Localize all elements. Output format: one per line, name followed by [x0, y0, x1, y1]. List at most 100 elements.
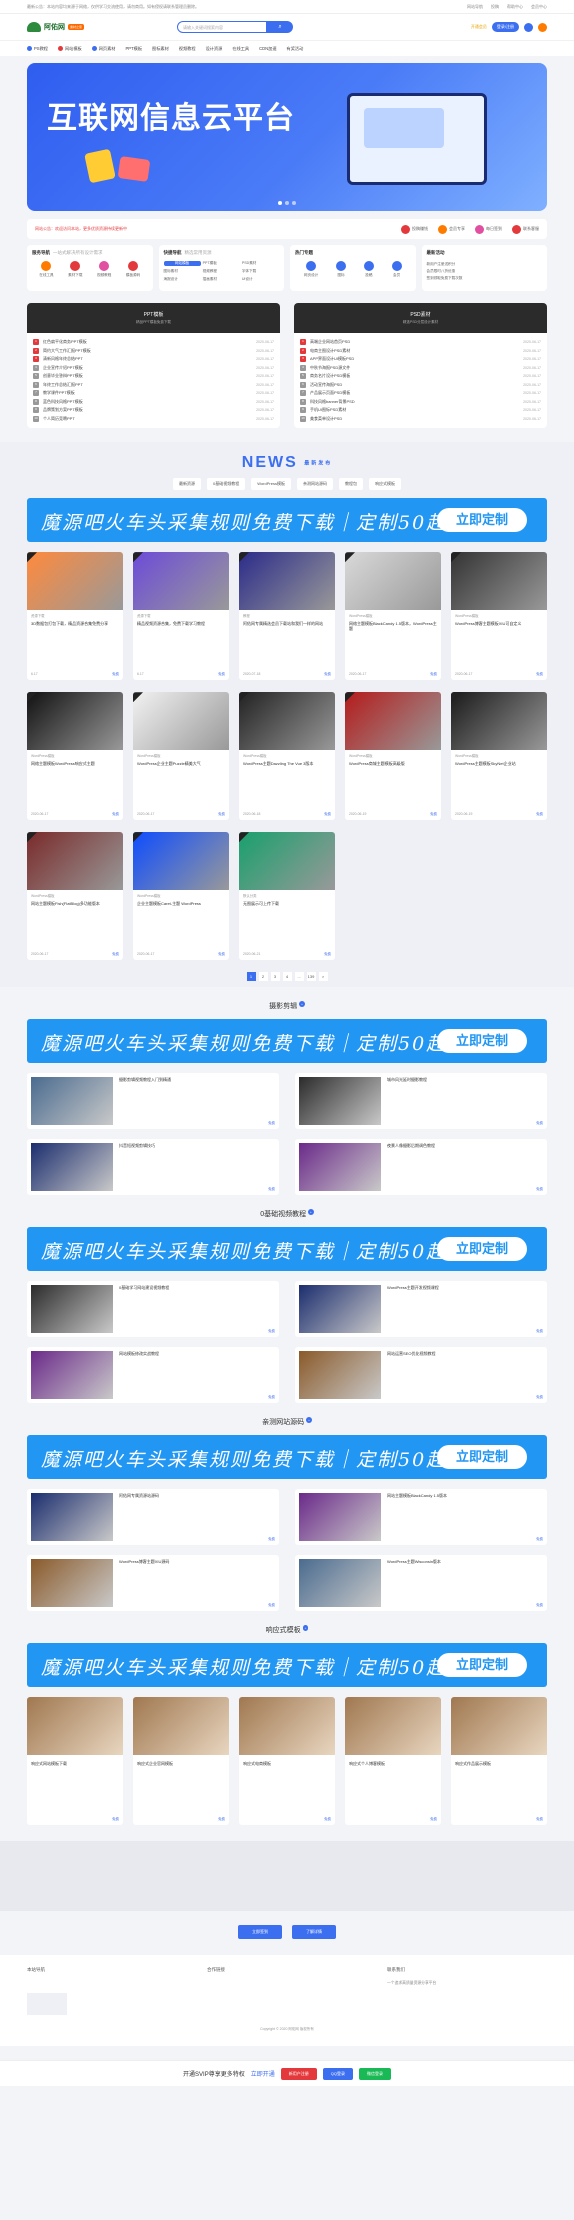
- list-item[interactable]: 3 APP界面设计UI模板PSD 2020-06-17: [300, 355, 541, 364]
- ad-banner[interactable]: 魔源吧火车头采集规则免费下载｜定制50起 立即定制: [27, 1435, 547, 1480]
- card-title[interactable]: WordPress企业主题Puzzle精美大气: [133, 761, 229, 777]
- quick-link[interactable]: 插画素材: [203, 277, 240, 282]
- card-title[interactable]: 企业主题模板Caret-主题 WordPress: [133, 901, 229, 917]
- strip-tag[interactable]: 会员专享: [438, 224, 465, 234]
- list-item[interactable]: WordPress主题Wisconsin版本 免费: [295, 1555, 547, 1612]
- resource-card[interactable]: WordPress模板 网络主题模板BlackCandy 1.5版本，WordPr…: [345, 552, 441, 681]
- event-link[interactable]: 会员限时八折优惠: [427, 268, 543, 275]
- nav-item[interactable]: PPT模板: [126, 46, 143, 52]
- open-vip-link[interactable]: 立即开通: [251, 2069, 275, 2078]
- nav-item[interactable]: 有奖活动: [287, 46, 304, 52]
- resource-card[interactable]: 响应式网站模板下载 免费: [27, 1697, 123, 1826]
- item-title[interactable]: WordPress主题Wisconsin版本: [387, 1559, 441, 1565]
- item-thumbnail[interactable]: [299, 1351, 381, 1400]
- nav-item[interactable]: CDN加速: [259, 46, 276, 52]
- wechat-login-button[interactable]: 微信登录: [358, 2067, 391, 2080]
- ad-banner[interactable]: 魔源吧火车头采集规则免费下载｜定制50起 立即定制: [27, 1227, 547, 1272]
- nav-item[interactable]: PS教程: [27, 46, 48, 52]
- card-thumbnail[interactable]: [133, 692, 229, 751]
- list-item[interactable]: 10 美食菜单设计PSD 2020-06-17: [300, 415, 541, 424]
- page-button[interactable]: 1: [246, 972, 256, 982]
- page-button[interactable]: 3: [270, 972, 280, 982]
- card-title[interactable]: 阿佑网专属精选会员下载站和我们一样的网站: [239, 621, 335, 637]
- card-title[interactable]: 3D数据包打包下载，精品资源合集免费分享: [27, 621, 123, 637]
- event-link[interactable]: 新用户注册送积分: [427, 261, 543, 268]
- list-item[interactable]: 2 电商主图设计PSD素材 2020-06-17: [300, 347, 541, 356]
- item-title[interactable]: 红色扁平化商务PPT模板: [43, 339, 87, 345]
- quick-link[interactable]: PPT模板: [203, 261, 240, 266]
- card-title[interactable]: 响应式作品展示模板: [451, 1761, 547, 1777]
- resource-card[interactable]: WordPress模板 WordPress博客主题模板XIU可自定义 2020-06…: [451, 552, 547, 681]
- card-thumbnail[interactable]: [133, 1697, 229, 1756]
- quick-link[interactable]: 图标素材: [164, 269, 201, 274]
- details-button[interactable]: 了解详情: [292, 1925, 336, 1940]
- card-thumbnail[interactable]: [345, 1697, 441, 1756]
- vip-link[interactable]: 开通会员: [471, 24, 487, 30]
- topbar-link[interactable]: 会员中心: [531, 4, 547, 10]
- carousel-dots[interactable]: [278, 201, 296, 205]
- list-item[interactable]: 6 活动宣传海报PSD 2020-06-17: [300, 381, 541, 390]
- resource-card[interactable]: WordPress模板 WordPress主题Dazzling The Vue 3…: [239, 692, 335, 821]
- card-title[interactable]: 网站主题模板Fish(FlatBlog)多功能版本: [27, 901, 123, 917]
- item-thumbnail[interactable]: [31, 1143, 113, 1192]
- nav-item[interactable]: 图标素材: [152, 46, 169, 52]
- register-button[interactable]: 新用户注册: [280, 2067, 317, 2080]
- ad-banner[interactable]: 魔源吧火车头采集规则免费下载｜定制50起 立即定制: [27, 1643, 547, 1688]
- item-title[interactable]: 夜景人像摄影后期调色教程: [387, 1143, 435, 1149]
- resource-card[interactable]: 默认分类 无图展示可上传下载 2020-06-21 免费: [239, 832, 335, 961]
- quick-link[interactable]: PSD素材: [242, 261, 279, 266]
- item-title[interactable]: 创意毕业答辩PPT模板: [43, 373, 83, 379]
- ad-button[interactable]: 立即定制: [437, 508, 527, 533]
- list-item[interactable]: WordPress主题开发视频课程 免费: [295, 1281, 547, 1338]
- service-item[interactable]: 模板源码: [126, 261, 140, 278]
- card-title[interactable]: 响应式个人博客模板: [345, 1761, 441, 1777]
- resource-card[interactable]: 资源下载 精品视频资源合集，免费下载学习教程 6.17 免费: [133, 552, 229, 681]
- list-item[interactable]: 1 高端企业网站首页PSD 2020-06-17: [300, 338, 541, 347]
- service-item[interactable]: 在线工具: [39, 261, 54, 278]
- item-title[interactable]: 中秋节海报PSD源文件: [310, 365, 350, 371]
- ad-button[interactable]: 立即定制: [437, 1029, 527, 1054]
- list-item[interactable]: 8 蓝色科技风格PPT模板 2020-06-17: [33, 398, 274, 407]
- item-title[interactable]: 网站模板修改实战教程: [119, 1351, 159, 1357]
- list-item[interactable]: 6 年终工作总结汇报PPT 2020-06-17: [33, 381, 274, 390]
- nav-item[interactable]: 网站模板: [57, 46, 82, 52]
- list-item[interactable]: 1 红色扁平化商务PPT模板 2020-06-17: [33, 338, 274, 347]
- resource-card[interactable]: WordPress模板 WordPress企业主题Puzzle精美大气 2020-0…: [133, 692, 229, 821]
- card-thumbnail[interactable]: [451, 1697, 547, 1756]
- page-button[interactable]: >: [318, 972, 328, 982]
- item-title[interactable]: 蓝色科技风格PPT模板: [43, 399, 83, 405]
- resource-card[interactable]: 响应式企业官网模板 免费: [133, 1697, 229, 1826]
- item-title[interactable]: 活动宣传海报PSD: [310, 382, 342, 388]
- nav-item[interactable]: 视频教程: [179, 46, 196, 52]
- card-title[interactable]: WordPress商城主题模板高级版: [345, 761, 441, 777]
- list-item[interactable]: 7 产品展示页面PSD模板 2020-06-17: [300, 389, 541, 398]
- ad-button[interactable]: 立即定制: [437, 1445, 527, 1470]
- resource-card[interactable]: WordPress模板 网站主题模板Fish(FlatBlog)多功能版本 2020…: [27, 832, 123, 961]
- quick-link[interactable]: UI设计: [242, 277, 279, 282]
- service-item[interactable]: 视频教程: [97, 261, 111, 278]
- resource-card[interactable]: WordPress模板 网络主题模板WordPress响应式主题 2020-06-1…: [27, 692, 123, 821]
- item-title[interactable]: 品牌策划方案PPT模板: [43, 407, 83, 413]
- search-icon[interactable]: [524, 22, 533, 32]
- topic-item[interactable]: 投稿: [363, 261, 374, 278]
- list-item[interactable]: 网站运营SEO优化视频教程 免费: [295, 1347, 547, 1404]
- item-thumbnail[interactable]: [299, 1143, 381, 1192]
- topic-item[interactable]: 网页设计: [304, 261, 318, 278]
- item-title[interactable]: 高端企业网站首页PSD: [310, 339, 350, 345]
- item-title[interactable]: 年终工作总结汇报PPT: [43, 382, 83, 388]
- card-thumbnail[interactable]: [27, 692, 123, 751]
- card-title[interactable]: 响应式企业官网模板: [133, 1761, 229, 1777]
- nav-item[interactable]: 网页素材: [91, 46, 116, 52]
- card-thumbnail[interactable]: [239, 552, 335, 611]
- service-item[interactable]: 素材下载: [68, 261, 83, 278]
- quick-link[interactable]: 字体下载: [242, 269, 279, 274]
- news-tab[interactable]: 亲测网站源码: [296, 478, 333, 491]
- item-thumbnail[interactable]: [299, 1285, 381, 1334]
- card-thumbnail[interactable]: [239, 692, 335, 751]
- logo[interactable]: 阿佑网 素材之家: [27, 22, 137, 32]
- page-button[interactable]: 4: [282, 972, 292, 982]
- item-thumbnail[interactable]: [31, 1285, 113, 1334]
- topic-item[interactable]: 会员: [391, 261, 402, 278]
- resource-card[interactable]: 响应式个人博客模板 免费: [345, 1697, 441, 1826]
- card-title[interactable]: 响应式电商模板: [239, 1761, 335, 1777]
